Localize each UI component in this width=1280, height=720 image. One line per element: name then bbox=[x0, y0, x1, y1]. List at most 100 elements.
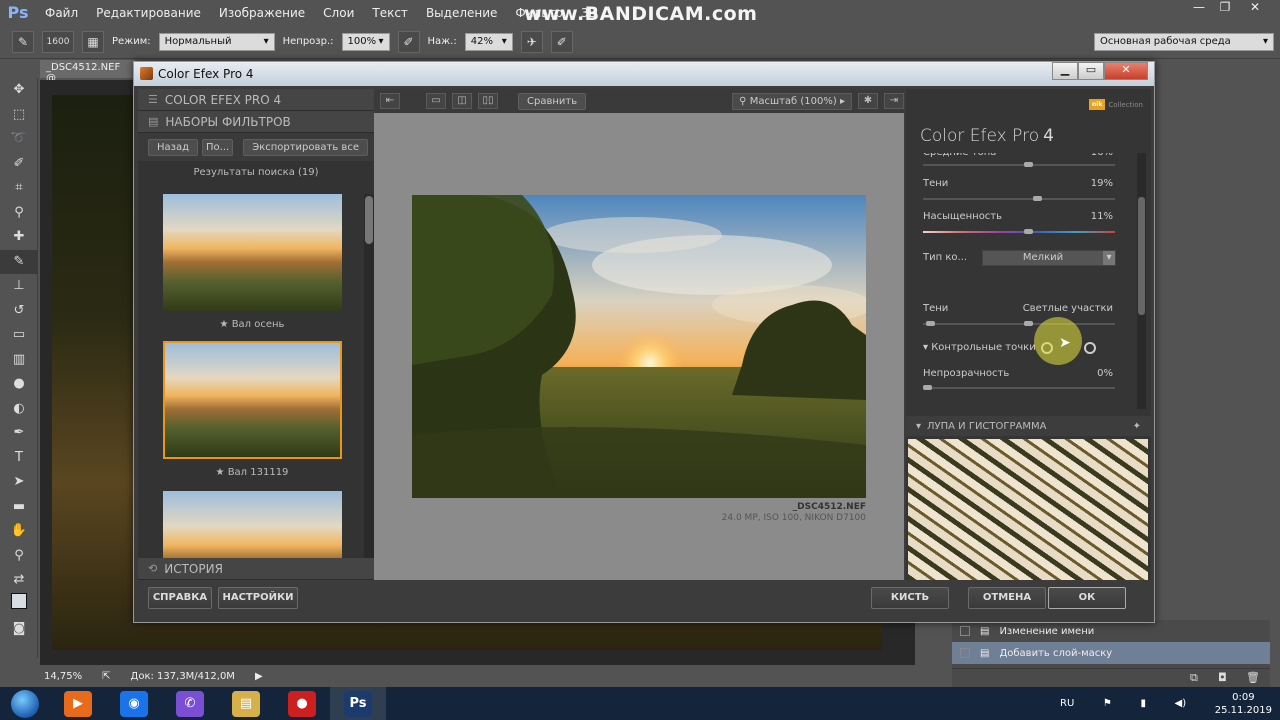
eyedropper-tool-icon[interactable]: ⚲ bbox=[0, 201, 38, 226]
background-toggle-icon[interactable]: ✱ bbox=[858, 93, 878, 109]
zoom-control[interactable]: ⚲ Масштаб (100%) ▸ bbox=[732, 92, 852, 110]
settings-button[interactable]: НАСТРОЙКИ bbox=[218, 587, 298, 609]
workspace-select[interactable]: Основная рабочая среда ▾ bbox=[1094, 32, 1274, 51]
type-tool-icon[interactable]: T bbox=[0, 446, 38, 471]
menu-file[interactable]: Файл bbox=[36, 6, 87, 20]
pen-tool-icon[interactable]: ✒ bbox=[0, 421, 38, 446]
airbrush-icon[interactable]: ✈ bbox=[520, 30, 543, 53]
dodge-tool-icon[interactable]: ◐ bbox=[0, 397, 38, 422]
midtones-slider[interactable] bbox=[923, 164, 1115, 166]
export-icon[interactable]: ⇱ bbox=[102, 671, 110, 682]
dialog-minimize-button[interactable]: ▁ bbox=[1052, 62, 1078, 80]
ok-button[interactable]: ОК bbox=[1048, 587, 1126, 609]
ps-minimize-button[interactable]: — bbox=[1188, 0, 1210, 18]
taskbar-app-chrome[interactable]: ◉ bbox=[106, 687, 162, 720]
taskbar-app-bandicam[interactable]: ● bbox=[274, 687, 330, 720]
ps-close-button[interactable]: ✕ bbox=[1244, 0, 1266, 18]
controls-scroll-thumb[interactable] bbox=[1138, 197, 1145, 315]
eraser-tool-icon[interactable]: ▭ bbox=[0, 323, 38, 348]
color-swatches-icon[interactable] bbox=[0, 592, 38, 618]
menu-text[interactable]: Текст bbox=[363, 6, 417, 20]
opacity-slider-knob[interactable] bbox=[923, 385, 932, 390]
shape-tool-icon[interactable]: ▬ bbox=[0, 495, 38, 520]
brush-tool-preset-icon[interactable]: ✎ bbox=[12, 30, 34, 53]
filter-sets-section[interactable]: ▤ НАБОРЫ ФИЛЬТРОВ bbox=[138, 111, 374, 133]
history-brush-icon[interactable]: ↺ bbox=[0, 299, 38, 324]
menu-layers[interactable]: Слои bbox=[314, 6, 363, 20]
pressure-size-icon[interactable]: ✐ bbox=[550, 30, 573, 53]
help-button[interactable]: СПРАВКА bbox=[148, 587, 212, 609]
mode-select[interactable]: Нормальный ▾ bbox=[158, 32, 275, 51]
pressure-field[interactable]: 42% ▾ bbox=[464, 32, 513, 51]
swap-colors-icon[interactable]: ⇄ bbox=[0, 568, 38, 593]
history-item-selected[interactable]: ▤ Добавить слой-маску bbox=[952, 642, 1270, 664]
volume-icon[interactable]: ◀) bbox=[1175, 698, 1187, 709]
toggle-left-panel-icon[interactable]: ⇤ bbox=[380, 93, 400, 109]
camera-icon[interactable]: ◘ bbox=[1218, 671, 1227, 684]
product-section[interactable]: ☰ COLOR EFEX PRO 4 bbox=[138, 89, 374, 111]
marquee-tool-icon[interactable]: ⬚ bbox=[0, 103, 38, 128]
saturation-slider[interactable] bbox=[923, 231, 1115, 233]
remove-control-point-icon[interactable] bbox=[1084, 342, 1096, 354]
pin-icon[interactable]: ✦ bbox=[1133, 421, 1141, 432]
taskbar-app-explorer[interactable]: ▤ bbox=[218, 687, 274, 720]
zoom-tool-icon[interactable]: ⚲ bbox=[0, 544, 38, 569]
cancel-button[interactable]: ОТМЕНА bbox=[968, 587, 1046, 609]
menu-image[interactable]: Изображение bbox=[210, 6, 314, 20]
preset-thumbnail[interactable] bbox=[163, 194, 342, 312]
document-tab[interactable]: _DSC4512.NEF @ bbox=[40, 60, 135, 84]
back-button[interactable]: Назад bbox=[148, 138, 199, 156]
midtones-slider-knob[interactable] bbox=[1024, 162, 1033, 167]
brush-button[interactable]: КИСТЬ bbox=[871, 587, 949, 609]
healing-tool-icon[interactable]: ✚ bbox=[0, 225, 38, 250]
control-points-row[interactable]: ▾ Контрольные точки bbox=[923, 342, 1036, 353]
status-menu-icon[interactable]: ▶ bbox=[255, 671, 263, 682]
snapshot-checkbox[interactable] bbox=[960, 648, 970, 658]
taskbar-app-media-player[interactable]: ▶ bbox=[50, 687, 106, 720]
grain-type-select[interactable]: Мелкий ▾ bbox=[982, 250, 1116, 266]
tone-right-knob[interactable] bbox=[1024, 321, 1033, 326]
tone-slider[interactable] bbox=[923, 323, 1115, 325]
snapshot-checkbox[interactable] bbox=[960, 626, 970, 636]
history-item[interactable]: ▤ Изменение имени bbox=[952, 620, 1270, 642]
brush-tool-icon[interactable]: ✎ bbox=[0, 249, 38, 274]
quick-select-tool-icon[interactable]: ✐ bbox=[0, 152, 38, 177]
hand-tool-icon[interactable]: ✋ bbox=[0, 519, 38, 544]
loupe-section[interactable]: ▾ ЛУПА И ГИСТОГРАММА ✦ bbox=[906, 416, 1151, 436]
taskbar-app-viber[interactable]: ✆ bbox=[162, 687, 218, 720]
ps-restore-button[interactable]: ❐ bbox=[1214, 0, 1236, 18]
stamp-tool-icon[interactable]: ⊥ bbox=[0, 274, 38, 299]
path-select-tool-icon[interactable]: ➤ bbox=[0, 470, 38, 495]
toggle-right-panel-icon[interactable]: ⇥ bbox=[884, 93, 904, 109]
dialog-maximize-button[interactable]: ▭ bbox=[1078, 62, 1104, 80]
quick-mask-icon[interactable]: ◙ bbox=[0, 617, 38, 642]
flag-icon[interactable]: ⚑ bbox=[1103, 698, 1112, 709]
compare-button[interactable]: Сравнить bbox=[518, 92, 587, 110]
taskbar-app-photoshop[interactable]: Ps bbox=[330, 687, 386, 720]
clock[interactable]: 0:09 25.11.2019 bbox=[1215, 691, 1272, 717]
pressure-opacity-icon[interactable]: ✐ bbox=[397, 30, 420, 53]
brush-panel-icon[interactable]: ▦ bbox=[82, 30, 104, 53]
tone-left-knob[interactable] bbox=[926, 321, 935, 326]
trash-icon[interactable]: 🗑 bbox=[1246, 671, 1260, 684]
preset-thumbnail-selected[interactable] bbox=[163, 341, 342, 459]
menu-edit[interactable]: Редактирование bbox=[87, 6, 210, 20]
dialog-close-button[interactable]: ✕ bbox=[1104, 62, 1148, 80]
menu-select[interactable]: Выделение bbox=[417, 6, 506, 20]
history-section[interactable]: ⟲ ИСТОРИЯ bbox=[138, 558, 374, 580]
search-button[interactable]: По... bbox=[202, 138, 234, 156]
start-button[interactable] bbox=[0, 687, 50, 720]
lasso-tool-icon[interactable]: ➰ bbox=[0, 127, 38, 152]
crop-tool-icon[interactable]: ⌗ bbox=[0, 176, 38, 201]
move-tool-icon[interactable]: ✥ bbox=[0, 78, 38, 103]
dialog-titlebar[interactable]: Color Efex Pro 4 bbox=[134, 62, 1154, 86]
saturation-slider-knob[interactable] bbox=[1023, 229, 1033, 234]
network-icon[interactable]: ▮ bbox=[1140, 698, 1146, 709]
gradient-tool-icon[interactable]: ▥ bbox=[0, 348, 38, 373]
zoom-level[interactable]: 14,75% bbox=[44, 671, 82, 682]
shadows-slider-knob[interactable] bbox=[1032, 196, 1042, 201]
opacity-slider[interactable] bbox=[923, 387, 1115, 389]
side-by-side-icon[interactable]: ▯▯ bbox=[478, 93, 498, 109]
thumbnail-scroll-thumb[interactable] bbox=[365, 196, 373, 244]
blur-tool-icon[interactable]: ● bbox=[0, 372, 38, 397]
